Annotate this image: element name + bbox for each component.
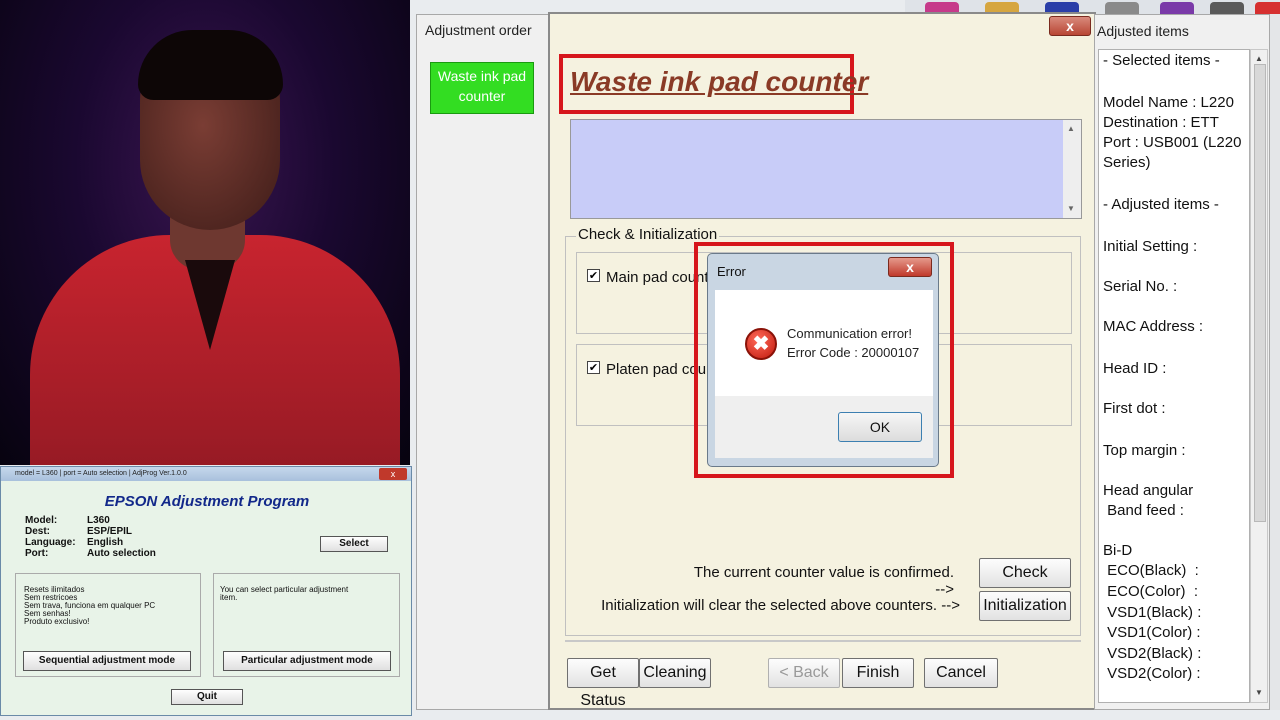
- epson-title: EPSON Adjustment Program: [104, 493, 310, 510]
- scroll-up-icon[interactable]: ▲: [1067, 124, 1075, 133]
- epson-close-button[interactable]: x: [379, 468, 407, 480]
- error-close-button[interactable]: x: [888, 257, 932, 277]
- error-dialog-title: Error: [717, 264, 746, 279]
- check-button[interactable]: Check: [979, 558, 1071, 588]
- cleaning-button[interactable]: Cleaning: [639, 658, 711, 688]
- sequential-box-text: Resets ilimitados Sem restricoes Sem tra…: [24, 585, 156, 626]
- field-label: Port:: [25, 548, 49, 559]
- back-button[interactable]: < Back: [768, 658, 840, 688]
- adjusted-item-line: Initial Setting :: [1103, 238, 1198, 255]
- separator: [565, 640, 1081, 642]
- desktop-edge: [1270, 14, 1280, 710]
- get-status-button[interactable]: Get Status: [567, 658, 639, 709]
- field-label: Language:: [25, 537, 76, 548]
- quit-button[interactable]: Quit: [171, 689, 243, 705]
- select-button[interactable]: Select: [320, 536, 388, 552]
- adjusted-items-scrollbar[interactable]: ▲ ▼: [1250, 49, 1268, 703]
- info-scrollbar[interactable]: ▲ ▼: [1063, 120, 1081, 218]
- adjustment-order-item-waste-ink-pad[interactable]: Waste ink pad counter: [430, 62, 534, 114]
- adjusted-item-line: Model Name : L220: [1103, 94, 1234, 111]
- confirm-text: The current counter value is confirmed. …: [693, 564, 954, 598]
- cancel-button[interactable]: Cancel: [924, 658, 998, 688]
- adjusted-item-line: VSD2(Black) :: [1103, 645, 1202, 662]
- particular-box-text: You can select particular adjustment ite…: [220, 585, 349, 602]
- adjusted-items-title: Adjusted items: [1097, 23, 1189, 39]
- field-value: Auto selection: [87, 548, 156, 559]
- init-text: Initialization will clear the selected a…: [601, 597, 960, 614]
- adjusted-item-line: Bi-D: [1103, 542, 1133, 559]
- scroll-up-icon[interactable]: ▲: [1255, 54, 1263, 63]
- particular-mode-button[interactable]: Particular adjustment mode: [223, 651, 391, 671]
- field-value: L360: [87, 515, 110, 526]
- error-message: Communication error!: [787, 326, 912, 341]
- adjusted-item-line: Destination : ETT: [1103, 114, 1219, 131]
- adjusted-item-line: Series): [1103, 154, 1151, 171]
- adjusted-item-line: Band feed :: [1103, 502, 1184, 519]
- item-label-line2: counter: [458, 88, 506, 104]
- field-value: ESP/EPIL: [87, 526, 133, 537]
- adjusted-items-panel: Adjusted items - Selected items - Model N…: [1094, 14, 1270, 710]
- epson-adjustment-window: model = L360 | port = Auto selection | A…: [0, 466, 412, 716]
- adjusted-item-line: Head angular: [1103, 482, 1194, 499]
- epson-titlebar: model = L360 | port = Auto selection | A…: [1, 467, 411, 481]
- adjustment-order-panel: Adjustment order Waste ink pad counter: [416, 14, 556, 710]
- adjusted-item-line: First dot :: [1103, 400, 1166, 417]
- scroll-down-icon[interactable]: ▼: [1067, 204, 1075, 213]
- error-icon: ✖: [745, 328, 777, 360]
- field-label: Model:: [25, 515, 58, 526]
- adjusted-item-line: Head ID :: [1103, 360, 1167, 377]
- person-hair: [138, 30, 283, 100]
- error-dialog: Error x ✖ Communication error! Error Cod…: [707, 253, 939, 467]
- scroll-down-icon[interactable]: ▼: [1255, 688, 1263, 697]
- error-body: ✖ Communication error! Error Code : 2000…: [715, 290, 933, 396]
- adjusted-item-line: - Selected items -: [1103, 52, 1220, 69]
- adjusted-item-line: Port : USB001 (L220: [1103, 134, 1242, 151]
- adjusted-item-line: Top margin :: [1103, 442, 1186, 459]
- adjusted-item-line: VSD1(Black) :: [1103, 604, 1202, 621]
- sequential-mode-button[interactable]: Sequential adjustment mode: [23, 651, 191, 671]
- video-feed: [0, 0, 410, 465]
- error-code: Error Code : 20000107: [787, 345, 920, 360]
- window-close-button[interactable]: x: [1049, 16, 1091, 36]
- ok-button[interactable]: OK: [838, 412, 922, 442]
- field-value: English: [87, 537, 124, 548]
- adjusted-item-line: ECO(Color) :: [1103, 583, 1199, 600]
- adjusted-item-line: Serial No. :: [1103, 278, 1178, 295]
- main-pad-checkbox[interactable]: ✔: [587, 269, 600, 282]
- adjusted-item-line: ECO(Black) :: [1103, 562, 1199, 579]
- adjusted-items-list[interactable]: - Selected items - Model Name : L220 Desti…: [1098, 49, 1250, 703]
- adjustment-order-title: Adjustment order: [425, 22, 532, 38]
- adjusted-item-line: VSD2(Color) :: [1103, 665, 1201, 682]
- page-title: Waste ink pad counter: [570, 66, 869, 97]
- info-text-area[interactable]: [570, 119, 1082, 219]
- initialization-button[interactable]: Initialization: [979, 591, 1071, 621]
- field-label: Dest:: [25, 526, 51, 537]
- finish-button[interactable]: Finish: [842, 658, 914, 688]
- item-label-line1: Waste ink pad: [437, 68, 527, 84]
- scroll-thumb[interactable]: [1254, 64, 1266, 522]
- platen-pad-checkbox[interactable]: ✔: [587, 361, 600, 374]
- adjusted-item-line: - Adjusted items -: [1103, 196, 1219, 213]
- adjusted-item-line: VSD1(Color) :: [1103, 624, 1201, 641]
- check-group-label: Check & Initialization: [576, 226, 720, 243]
- adjusted-item-line: MAC Address :: [1103, 318, 1204, 335]
